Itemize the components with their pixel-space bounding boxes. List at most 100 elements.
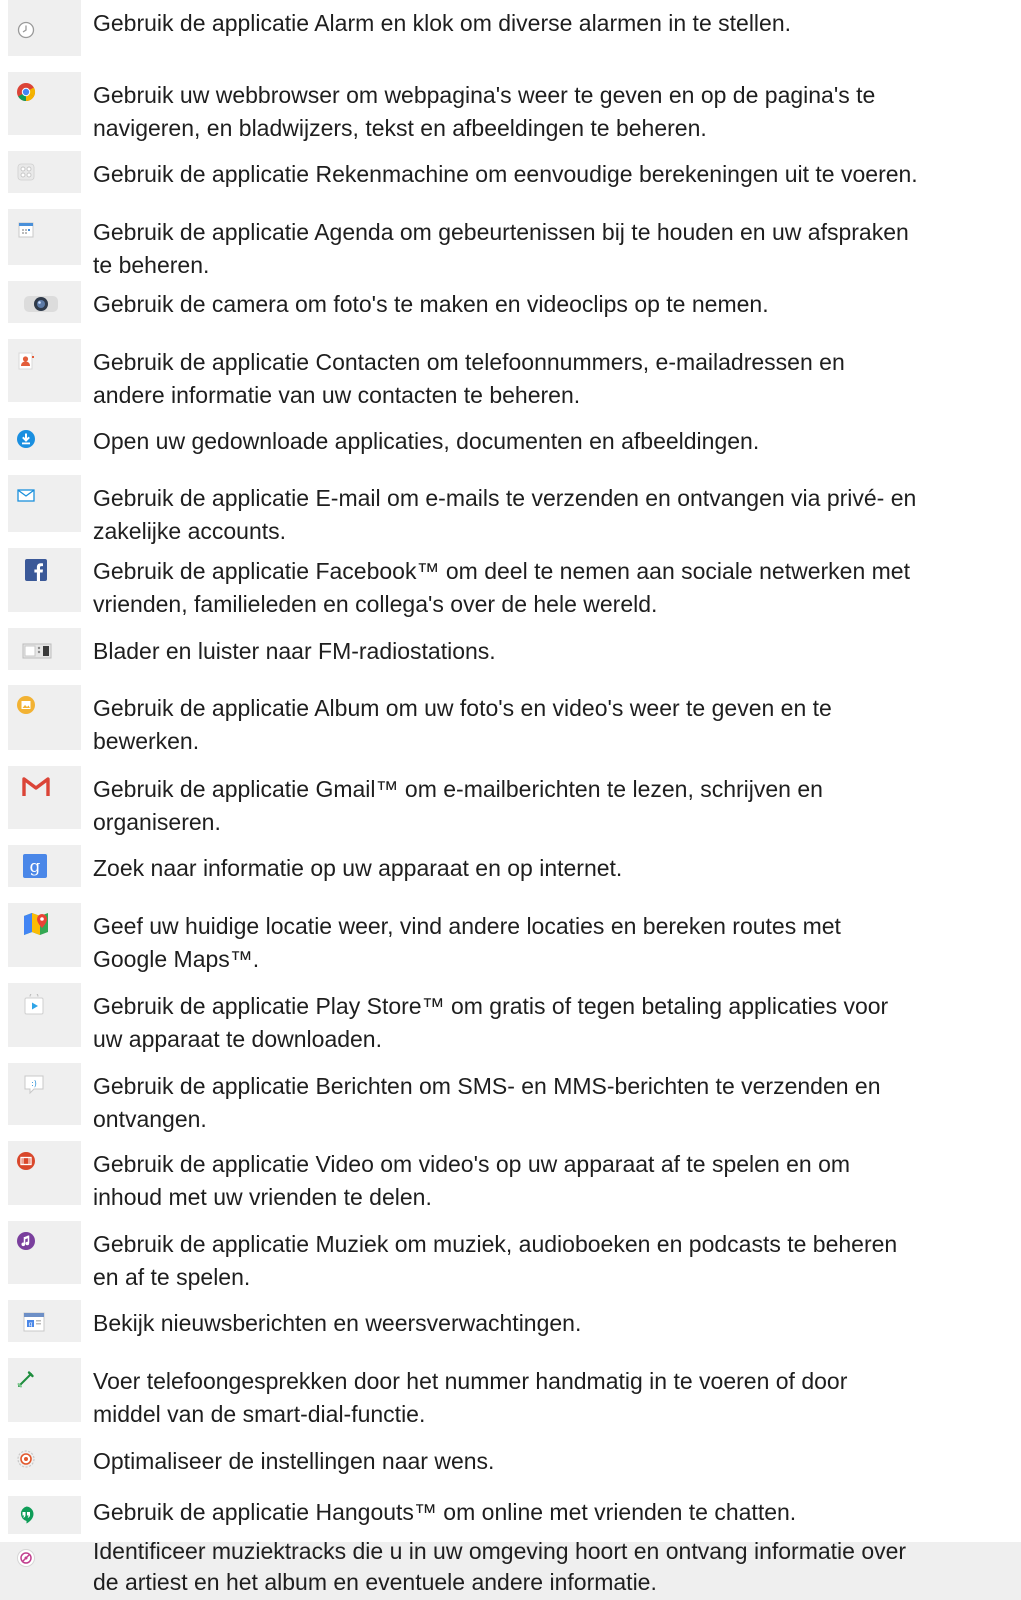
item-line: Gebruik de applicatie Alarm en klok om d… [93, 10, 792, 36]
svg-text::): :) [31, 1079, 37, 1088]
icon-cell [8, 685, 81, 750]
item-line: Gebruik de applicatie Berichten om SMS- … [93, 1073, 881, 1099]
messaging-icon: :) [22, 1073, 46, 1095]
list-item: Geef uw huidige locatie weer, vind ander… [0, 903, 1021, 975]
list-item: Gebruik de applicatie Play Store™ om gra… [0, 983, 1021, 1055]
list-item: Optimaliseer de instellingen naar wens. [0, 1438, 1021, 1488]
item-line: navigeren, en bladwijzers, tekst en afbe… [93, 115, 707, 141]
item-line: inhoud met uw vrienden te delen. [93, 1184, 432, 1210]
item-line: Voer telefoongesprekken door het nummer … [93, 1368, 848, 1394]
list-item: Identificeer muziektracks die u in uw om… [0, 1538, 1021, 1600]
item-line: Gebruik de applicatie Play Store™ om gra… [93, 993, 889, 1019]
icon-cell [8, 0, 81, 56]
calendar-icon [16, 220, 36, 240]
icon-cell [8, 418, 81, 460]
list-item: Gebruik de applicatie Gmail™ om e-mailbe… [0, 766, 1021, 837]
item-line: Optimaliseer de instellingen naar wens. [93, 1448, 495, 1474]
list-item: :) Gebruik de applicatie Berichten om SM… [0, 1063, 1021, 1133]
icon-cell [8, 628, 81, 670]
item-line: Blader en luister naar FM-radiostations. [93, 638, 496, 664]
item-line: Gebruik de applicatie Rekenmachine om ee… [93, 161, 918, 187]
list-item: Gebruik de applicatie E-mail om e-mails … [0, 475, 1021, 544]
item-line: Gebruik de applicatie Album om uw foto's… [93, 695, 832, 721]
list-item: Gebruik de applicatie Video om video's o… [0, 1141, 1021, 1213]
svg-text:g: g [30, 857, 41, 877]
item-description: Gebruik de applicatie Video om video's o… [93, 1148, 1009, 1214]
item-line: organiseren. [93, 809, 221, 835]
chrome-browser-icon [16, 82, 36, 102]
list-item: Gebruik de applicatie Agenda om gebeurte… [0, 209, 1021, 278]
album-icon [16, 695, 36, 715]
icon-cell [8, 72, 81, 135]
list-item: Gebruik de applicatie Contacten om telef… [0, 339, 1021, 410]
item-line: Gebruik de applicatie E-mail om e-mails … [93, 485, 917, 511]
phone-icon [16, 1369, 36, 1389]
item-line: bewerken. [93, 728, 200, 754]
item-description: Gebruik de applicatie Rekenmachine om ee… [93, 158, 1009, 191]
list-item: Gebruik de applicatie Rekenmachine om ee… [0, 151, 1021, 201]
icon-cell: g [8, 845, 81, 887]
item-line: middel van de smart-dial-functie. [93, 1401, 426, 1427]
icon-cell [8, 281, 81, 323]
fm-radio-icon [22, 640, 52, 660]
alarm-clock-icon [16, 20, 36, 40]
list-item: Voer telefoongesprekken door het nummer … [0, 1358, 1021, 1430]
item-line: ontvangen. [93, 1106, 207, 1132]
item-line: uw apparaat te downloaden. [93, 1026, 382, 1052]
item-line: Gebruik de applicatie Gmail™ om e-mailbe… [93, 776, 823, 802]
svg-text:g: g [29, 1321, 33, 1328]
item-description: Open uw gedownloade applicaties, documen… [93, 425, 1009, 458]
item-description: Gebruik de applicatie Contacten om telef… [93, 346, 1009, 412]
item-description: Gebruik uw webbrowser om webpagina's wee… [93, 79, 1009, 145]
item-line: Gebruik uw webbrowser om webpagina's wee… [93, 82, 876, 108]
icon-cell [8, 209, 81, 265]
item-line: de artiest en het album en eventuele and… [93, 1569, 657, 1595]
icon-cell [8, 339, 81, 402]
item-description: Voer telefoongesprekken door het nummer … [93, 1365, 1009, 1431]
icon-cell [8, 548, 81, 612]
item-description: Gebruik de applicatie Hangouts™ om onlin… [93, 1496, 1009, 1529]
item-description: Gebruik de applicatie Alarm en klok om d… [93, 7, 1009, 40]
item-line: Gebruik de applicatie Muziek om muziek, … [93, 1231, 898, 1257]
icon-cell [8, 475, 81, 532]
item-line: Gebruik de applicatie Facebook™ om deel … [93, 558, 910, 584]
item-line: andere informatie van uw contacten te be… [93, 382, 581, 408]
list-item: Blader en luister naar FM-radiostations. [0, 628, 1021, 678]
item-line: Gebruik de applicatie Contacten om telef… [93, 349, 845, 375]
icon-cell [8, 151, 81, 193]
icon-cell [8, 983, 81, 1047]
icon-cell [8, 1221, 81, 1284]
calculator-icon [16, 162, 36, 182]
settings-icon [16, 1449, 36, 1469]
item-description: Identificeer muziektracks die u in uw om… [93, 1536, 1009, 1598]
item-line: Gebruik de applicatie Agenda om gebeurte… [93, 219, 909, 245]
item-line: Open uw gedownloade applicaties, documen… [93, 428, 760, 454]
list-item: Gebruik de applicatie Facebook™ om deel … [0, 548, 1021, 620]
facebook-icon [25, 559, 47, 581]
list-item: Gebruik uw webbrowser om webpagina's wee… [0, 72, 1021, 143]
item-description: Gebruik de applicatie Muziek om muziek, … [93, 1228, 1009, 1294]
item-description: Blader en luister naar FM-radiostations. [93, 635, 1009, 668]
app-list-tail: Gebruik de applicatie Hangouts™ om onlin… [0, 1496, 1021, 1600]
icon-cell: g [8, 1300, 81, 1342]
item-description: Gebruik de applicatie Facebook™ om deel … [93, 555, 1009, 621]
google-maps-icon [23, 911, 49, 937]
list-item: Gebruik de applicatie Muziek om muziek, … [0, 1221, 1021, 1292]
contacts-icon [16, 351, 36, 371]
hangouts-icon [16, 1505, 36, 1525]
email-envelope-icon [16, 485, 36, 505]
item-description: Gebruik de applicatie Agenda om gebeurte… [93, 216, 1009, 282]
trackid-icon [16, 1548, 36, 1568]
item-description: Gebruik de applicatie E-mail om e-mails … [93, 482, 1009, 548]
icon-cell [8, 1438, 81, 1480]
camera-icon [23, 294, 59, 314]
item-line: en af te spelen. [93, 1264, 251, 1290]
icon-cell [8, 1542, 81, 1592]
google-search-icon: g [23, 854, 47, 878]
item-description: Gebruik de applicatie Album om uw foto's… [93, 692, 1009, 758]
item-description: Geef uw huidige locatie weer, vind ander… [93, 910, 1009, 976]
item-line: Bekijk nieuwsberichten en weersverwachti… [93, 1310, 582, 1336]
item-line: vrienden, familieleden en collega's over… [93, 591, 658, 617]
gmail-icon [22, 776, 50, 798]
download-icon [16, 429, 36, 449]
